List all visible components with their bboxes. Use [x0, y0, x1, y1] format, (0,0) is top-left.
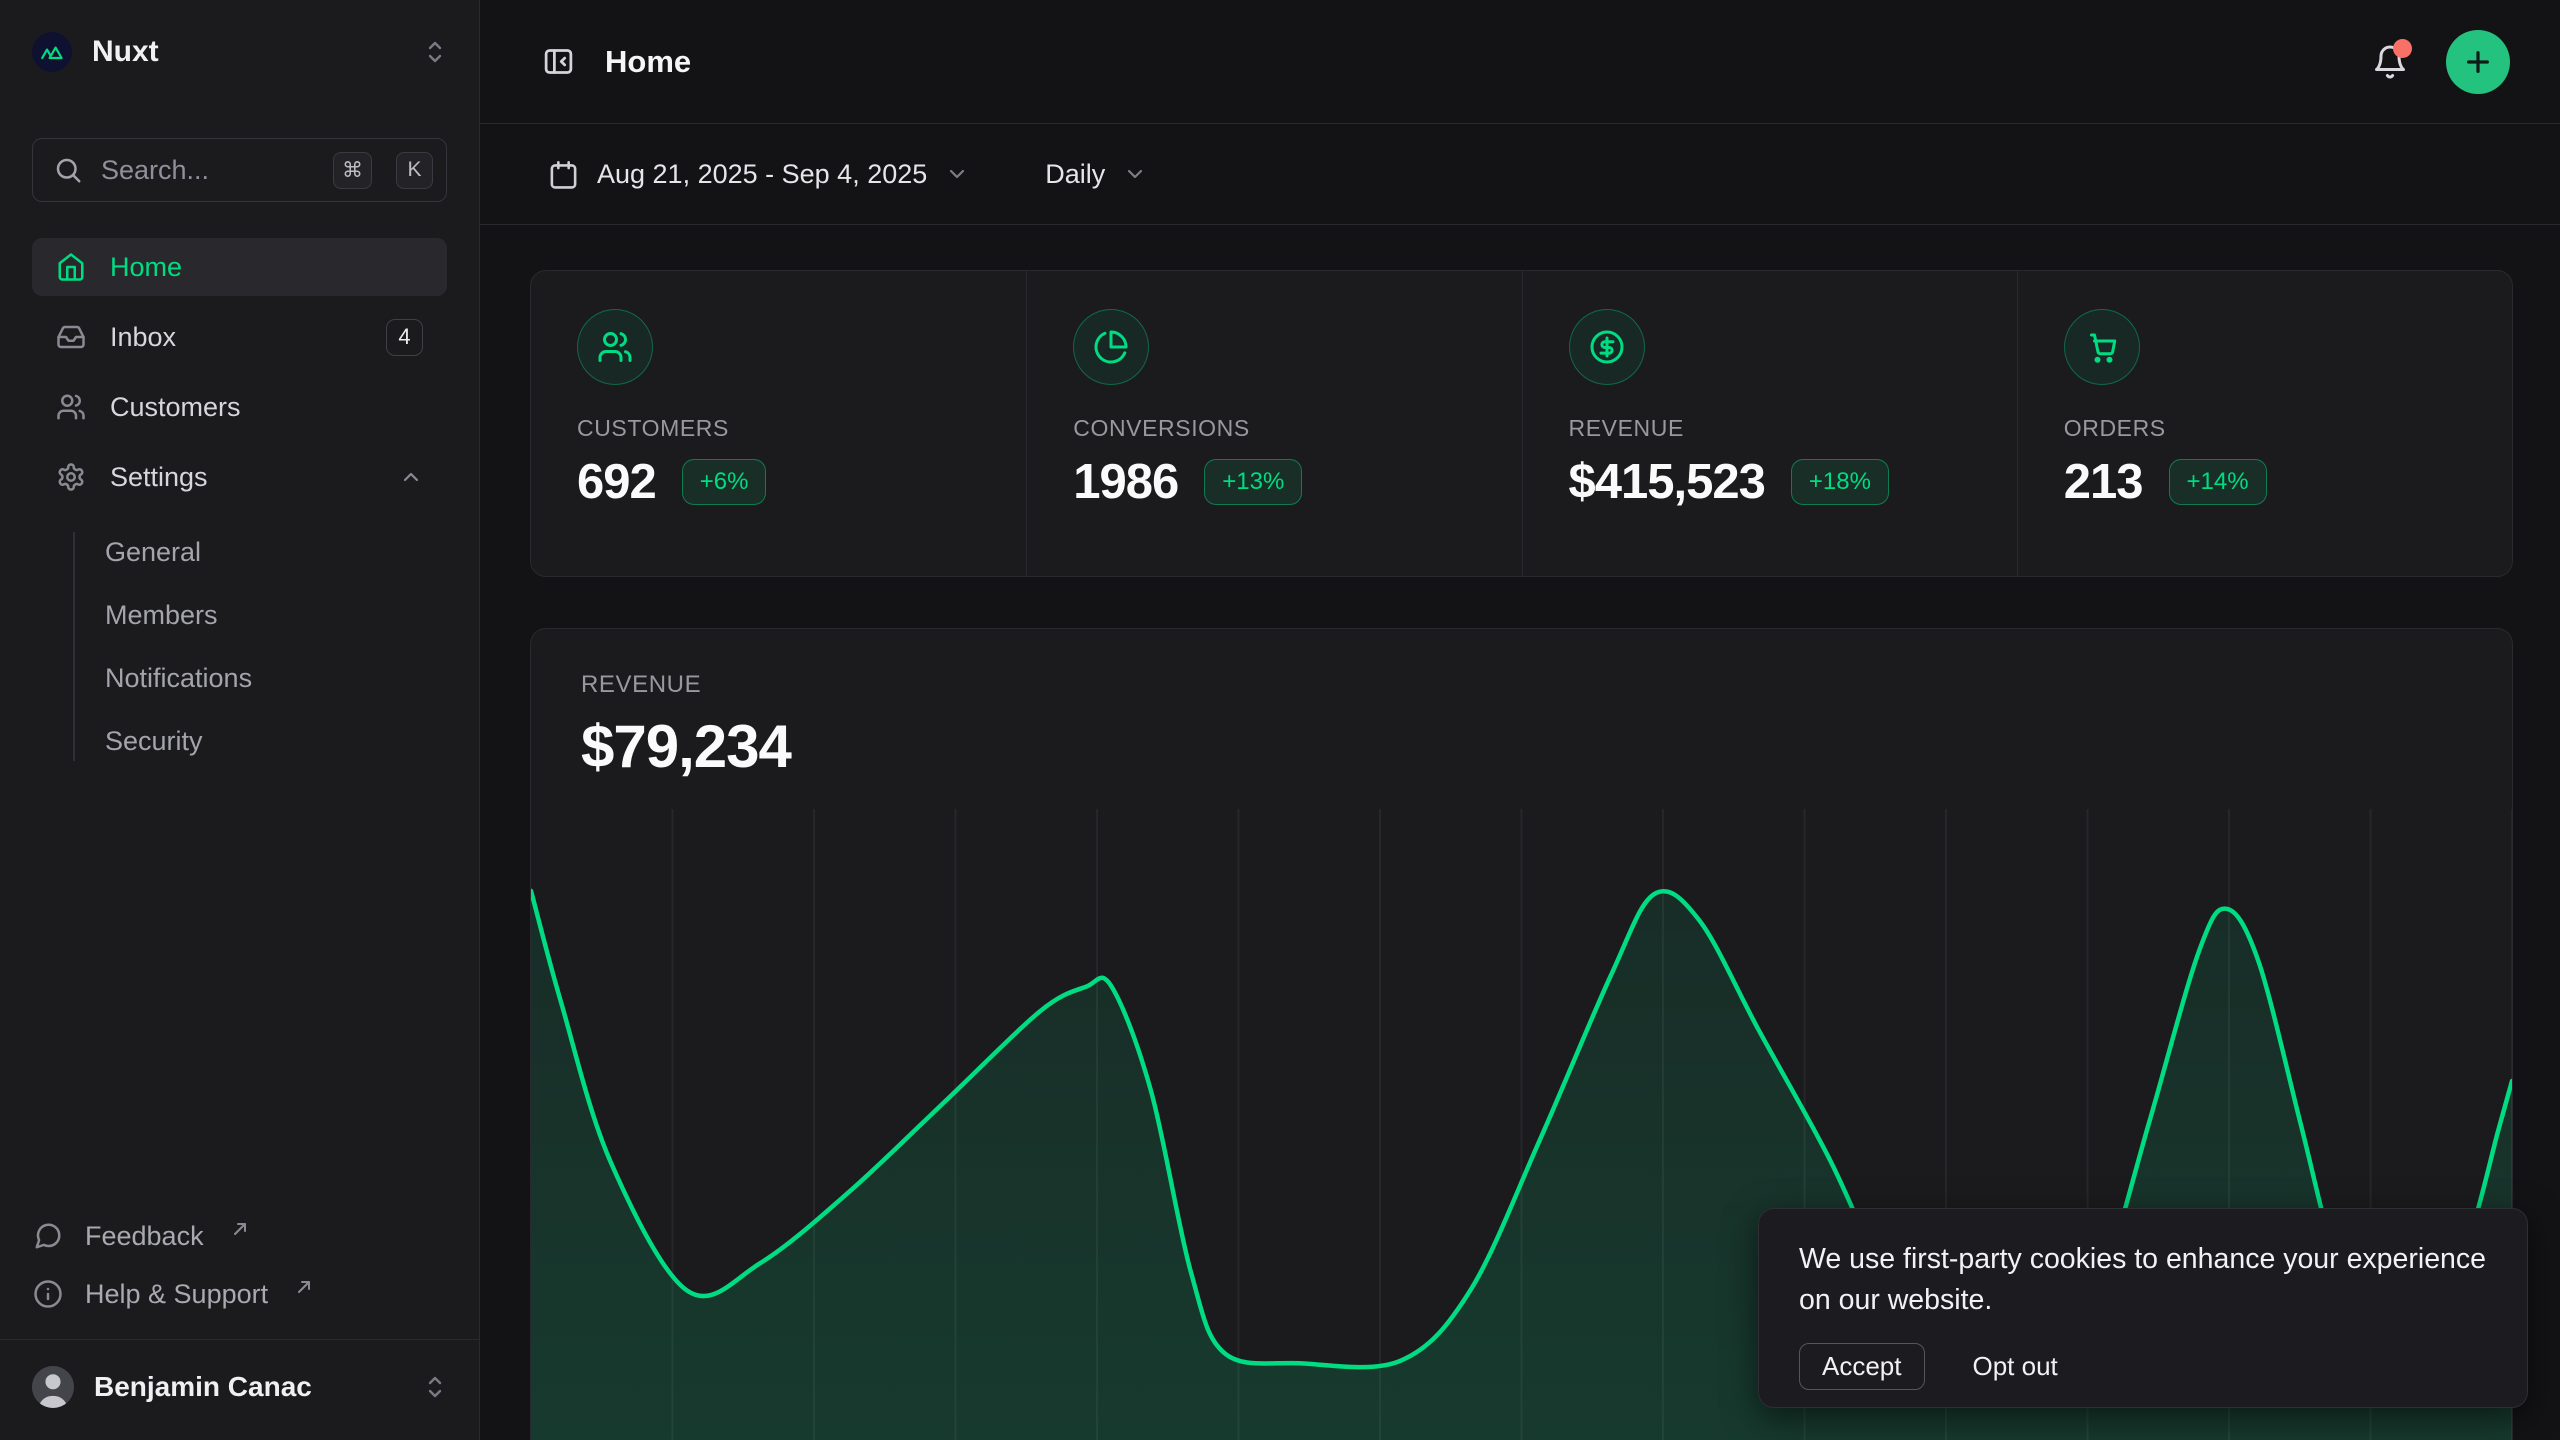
stat-card-orders[interactable]: ORDERS 213 +14%	[2017, 271, 2512, 576]
date-range-value: Aug 21, 2025 - Sep 4, 2025	[597, 159, 927, 190]
stat-delta-badge: +14%	[2169, 459, 2267, 505]
sidebar-item-notifications[interactable]: Notifications	[105, 650, 447, 706]
add-button[interactable]	[2446, 30, 2510, 94]
shopping-cart-icon	[2064, 309, 2140, 385]
settings-subnav: General Members Notifications Security	[73, 524, 447, 769]
sidebar-item-feedback[interactable]: Feedback	[32, 1207, 447, 1265]
home-icon	[56, 252, 86, 282]
avatar	[32, 1366, 74, 1408]
stat-label: CONVERSIONS	[1073, 415, 1475, 442]
sidebar-item-label: Customers	[110, 392, 241, 423]
stat-card-customers[interactable]: CUSTOMERS 692 +6%	[531, 271, 1026, 576]
search-icon	[53, 155, 83, 185]
sidebar-item-general[interactable]: General	[105, 524, 447, 580]
stat-value: $415,523	[1569, 454, 1765, 510]
sidebar-item-customers[interactable]: Customers	[32, 378, 447, 436]
gear-icon	[56, 462, 86, 492]
revenue-panel-head: REVENUE $79,234	[531, 629, 2512, 781]
chevron-down-icon	[1123, 162, 1147, 186]
footer-item-label: Feedback	[85, 1221, 204, 1252]
workspace-switcher[interactable]: Nuxt	[32, 26, 447, 78]
search-input[interactable]: Search... ⌘ K	[32, 138, 447, 202]
sidebar-item-members[interactable]: Members	[105, 587, 447, 643]
stat-card-revenue[interactable]: REVENUE $415,523 +18%	[1522, 271, 2017, 576]
chevron-down-icon	[945, 162, 969, 186]
header-actions	[2372, 30, 2510, 94]
kbd-cmd: ⌘	[333, 152, 372, 189]
filters-toolbar: Aug 21, 2025 - Sep 4, 2025 Daily	[480, 124, 2560, 225]
page-title: Home	[605, 44, 691, 80]
stat-value: 692	[577, 454, 656, 510]
granularity-value: Daily	[1045, 159, 1105, 190]
sidebar-item-security[interactable]: Security	[105, 713, 447, 769]
cookie-message: We use first-party cookies to enhance yo…	[1799, 1239, 2487, 1321]
stat-card-conversions[interactable]: CONVERSIONS 1986 +13%	[1026, 271, 1521, 576]
user-menu[interactable]: Benjamin Canac	[32, 1354, 447, 1420]
app-root: Nuxt Search... ⌘ K	[0, 0, 2560, 1440]
workspace-name: Nuxt	[92, 35, 159, 69]
chevron-updown-icon	[423, 39, 447, 65]
chat-bubble-icon	[33, 1221, 63, 1251]
calendar-icon	[548, 159, 579, 190]
kbd-k: K	[396, 152, 433, 189]
info-icon	[33, 1279, 63, 1309]
sidebar-item-label: Settings	[110, 462, 208, 493]
accept-button[interactable]: Accept	[1799, 1343, 1925, 1390]
sidebar-spacer	[32, 769, 447, 1207]
stat-delta-badge: +13%	[1204, 459, 1302, 505]
notification-dot	[2393, 39, 2412, 58]
revenue-panel-label: REVENUE	[581, 671, 2462, 699]
sidebar-item-home[interactable]: Home	[32, 238, 447, 296]
pie-chart-icon	[1073, 309, 1149, 385]
footer-item-label: Help & Support	[85, 1279, 268, 1310]
stat-delta-badge: +18%	[1791, 459, 1889, 505]
page-header: Home	[480, 0, 2560, 124]
revenue-panel-value: $79,234	[581, 712, 2462, 781]
external-link-icon	[296, 1279, 312, 1295]
inbox-count-badge: 4	[386, 319, 423, 356]
stat-label: ORDERS	[2064, 415, 2466, 442]
plus-icon	[2462, 46, 2494, 78]
user-name: Benjamin Canac	[94, 1371, 312, 1403]
nuxt-logo-icon	[32, 32, 72, 72]
sidebar-item-settings[interactable]: Settings	[32, 448, 447, 506]
sidebar-item-inbox[interactable]: Inbox 4	[32, 308, 447, 366]
sidebar: Nuxt Search... ⌘ K	[0, 0, 480, 1440]
sidebar-item-label: Home	[110, 252, 182, 283]
stat-delta-badge: +6%	[682, 459, 767, 505]
chevron-up-icon	[399, 465, 423, 489]
notifications-button[interactable]	[2372, 44, 2408, 80]
stats-row: CUSTOMERS 692 +6% CONVERSIONS 1986	[530, 270, 2513, 577]
external-link-icon	[232, 1221, 248, 1237]
chevron-updown-icon	[423, 1374, 447, 1400]
inbox-icon	[56, 322, 86, 352]
granularity-select[interactable]: Daily	[1039, 158, 1153, 191]
users-icon	[56, 392, 86, 422]
sidebar-item-help-support[interactable]: Help & Support	[32, 1265, 447, 1323]
opt-out-button[interactable]: Opt out	[1967, 1350, 2064, 1383]
stat-value: 213	[2064, 454, 2143, 510]
sidebar-nav: Home Inbox 4 C	[32, 238, 447, 769]
sidebar-collapse-icon[interactable]	[542, 45, 575, 78]
search-placeholder: Search...	[101, 155, 315, 186]
date-range-picker[interactable]: Aug 21, 2025 - Sep 4, 2025	[542, 158, 975, 191]
sidebar-item-label: Inbox	[110, 322, 176, 353]
cookie-actions: Accept Opt out	[1799, 1343, 2487, 1390]
cookie-consent-toast: We use first-party cookies to enhance yo…	[1758, 1208, 2528, 1408]
stat-value: 1986	[1073, 454, 1178, 510]
users-icon	[577, 309, 653, 385]
dollar-circle-icon	[1569, 309, 1645, 385]
sidebar-divider	[0, 1339, 479, 1340]
stat-label: CUSTOMERS	[577, 415, 980, 442]
stat-label: REVENUE	[1569, 415, 1971, 442]
